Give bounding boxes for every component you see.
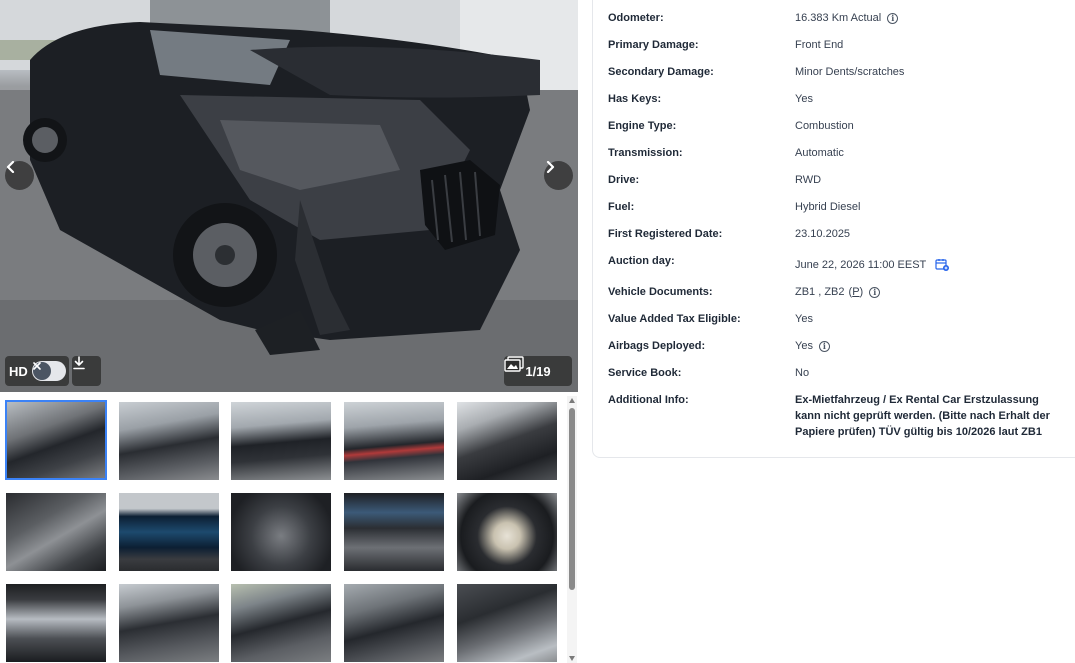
odometer-value: 16.383 Km Actual (795, 12, 882, 24)
detail-vehicle-documents: Vehicle Documents: ZB1 , ZB2 (P) i (608, 286, 1075, 298)
transmission-value: Automatic (795, 147, 844, 159)
engine-type-value: Combustion (795, 120, 854, 132)
scrollbar-thumb[interactable] (569, 408, 575, 590)
drive-value: RWD (795, 174, 822, 186)
detail-airbags-deployed: Airbags Deployed: Yes i (608, 340, 1075, 352)
thumbnail-6[interactable] (5, 492, 107, 572)
detail-odometer: Odometer: 16.383 Km Actual i (608, 12, 1075, 24)
vehicle-documents-value: ZB1 , ZB2 (795, 286, 845, 298)
has-keys-label: Has Keys: (608, 93, 662, 105)
thumbnail-12[interactable] (118, 583, 220, 663)
fuel-label: Fuel: (608, 201, 635, 213)
detail-auction-day: Auction day: June 22, 2026 11:00 EEST (608, 255, 1075, 271)
first-registered-label: First Registered Date: (608, 228, 723, 240)
secondary-damage-value: Minor Dents/scratches (795, 66, 905, 78)
thumbnail-8[interactable] (230, 492, 332, 572)
hd-switch[interactable] (31, 361, 66, 381)
detail-has-keys: Has Keys: Yes (608, 93, 1075, 105)
vat-eligible-value: Yes (795, 313, 813, 325)
vehicle-documents-label: Vehicle Documents: (608, 286, 713, 298)
download-button[interactable] (72, 356, 101, 386)
chevron-right-icon (546, 161, 555, 173)
thumbnail-2[interactable] (118, 401, 220, 481)
service-book-value: No (795, 367, 810, 379)
detail-primary-damage: Primary Damage: Front End (608, 39, 1075, 51)
thumbnail-13[interactable] (230, 583, 332, 663)
thumbnail-14[interactable] (343, 583, 445, 663)
vat-eligible-label: Value Added Tax Eligible: (608, 313, 741, 325)
vehicle-documents-link[interactable]: P (852, 286, 859, 298)
thumbnail-5[interactable] (456, 401, 558, 481)
close-icon (32, 362, 51, 380)
info-icon[interactable]: i (818, 340, 830, 352)
detail-fuel: Fuel: Hybrid Diesel (608, 201, 1075, 213)
primary-damage-label: Primary Damage: (608, 39, 699, 51)
scroll-down-arrow-icon[interactable] (569, 656, 575, 661)
odometer-label: Odometer: (608, 12, 664, 24)
detail-drive: Drive: RWD (608, 174, 1075, 186)
detail-vat-eligible: Value Added Tax Eligible: Yes (608, 313, 1075, 325)
download-icon (73, 356, 85, 370)
thumbnail-scrollbar[interactable] (567, 396, 577, 663)
drive-label: Drive: (608, 174, 640, 186)
info-icon[interactable]: i (887, 12, 899, 24)
transmission-label: Transmission: (608, 147, 683, 159)
hd-toggle[interactable]: HD (5, 356, 69, 386)
thumbnail-15[interactable] (456, 583, 558, 663)
image-gallery-icon (504, 356, 524, 372)
thumbnail-7[interactable] (118, 492, 220, 572)
detail-secondary-damage: Secondary Damage: Minor Dents/scratches (608, 66, 1075, 78)
detail-engine-type: Engine Type: Combustion (608, 120, 1075, 132)
service-book-label: Service Book: (608, 367, 682, 379)
detail-first-registered: First Registered Date: 23.10.2025 (608, 228, 1075, 240)
has-keys-value: Yes (795, 93, 813, 105)
engine-type-label: Engine Type: (608, 120, 677, 132)
thumbnail-strip (0, 396, 567, 663)
detail-transmission: Transmission: Automatic (608, 147, 1075, 159)
airbags-deployed-value: Yes (795, 340, 813, 352)
hd-label: HD (9, 363, 28, 379)
thumbnail-11[interactable] (5, 583, 107, 663)
thumbnail-10[interactable] (456, 492, 558, 572)
previous-photo-button[interactable] (5, 161, 34, 190)
next-photo-button[interactable] (544, 161, 573, 190)
thumbnail-4[interactable] (343, 401, 445, 481)
thumbnail-9[interactable] (343, 492, 445, 572)
thumbnail-3[interactable] (230, 401, 332, 481)
fuel-value: Hybrid Diesel (795, 201, 861, 213)
info-icon[interactable]: i (869, 286, 881, 298)
thumbnail-1[interactable] (5, 400, 107, 480)
auction-day-label: Auction day: (608, 255, 675, 267)
photo-gallery: HD 1/19 (0, 0, 578, 663)
additional-info-value: Ex-Mietfahrzeug / Ex Rental Car Erstzula… (795, 394, 1050, 438)
photo-counter-text: 1/19 (525, 363, 551, 379)
secondary-damage-label: Secondary Damage: (608, 66, 714, 78)
main-vehicle-photo[interactable]: HD 1/19 (0, 0, 578, 392)
photo-counter[interactable]: 1/19 (504, 356, 572, 386)
calendar-add-icon[interactable] (935, 258, 950, 271)
first-registered-value: 23.10.2025 (795, 228, 851, 240)
vehicle-details-panel: Odometer: 16.383 Km Actual i Primary Dam… (592, 0, 1075, 458)
primary-damage-value: Front End (795, 39, 844, 51)
scroll-up-arrow-icon[interactable] (569, 398, 575, 403)
detail-service-book: Service Book: No (608, 367, 1075, 379)
airbags-deployed-label: Airbags Deployed: (608, 340, 706, 352)
additional-info-label: Additional Info: (608, 394, 689, 406)
detail-additional-info: Additional Info: Ex-Mietfahrzeug / Ex Re… (608, 394, 1075, 440)
chevron-left-icon (6, 161, 15, 173)
auction-day-value: June 22, 2026 11:00 EEST (795, 258, 927, 271)
